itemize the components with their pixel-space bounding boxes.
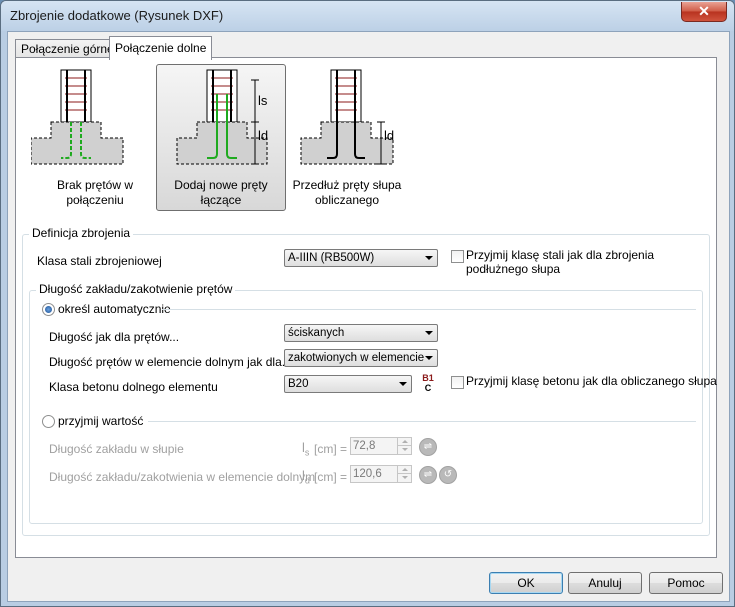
column-lap-symbol-sub: s xyxy=(304,447,310,458)
column-lap-symbol: ls xyxy=(302,440,309,458)
option-no-bars-label: Brak prętów w połączeniu xyxy=(56,178,134,207)
extend-bars-diagram-icon xyxy=(300,69,394,165)
tab-panel-lower-connection: Brak prętów w połączeniu ls ld Dodaj now… xyxy=(15,57,717,558)
lower-element-length-label: Długość prętów w elemencie dolnym jak dl… xyxy=(49,355,292,369)
option-add-new-bars-label: Dodaj nowe pręty łączące xyxy=(174,178,268,207)
concrete-class-select[interactable]: B20 xyxy=(284,375,412,393)
auto-radio[interactable] xyxy=(42,303,55,316)
steel-class-select[interactable]: A-IIIN (RB500W) xyxy=(284,249,438,267)
concrete-same-checkbox[interactable] xyxy=(451,376,464,389)
manual-label: przyjmij wartość xyxy=(58,414,144,428)
manual-radio[interactable] xyxy=(42,415,55,428)
cancel-button[interactable]: Anuluj xyxy=(568,572,642,594)
concrete-class-picker-text: B1 xyxy=(422,373,434,383)
chevron-down-icon xyxy=(425,256,433,260)
concrete-class-value: B20 xyxy=(288,378,309,390)
steel-class-label: Klasa stali zbrojeniowej xyxy=(37,254,162,268)
concrete-class-picker-sub: C xyxy=(424,383,432,393)
help-button[interactable]: Pomoc xyxy=(649,572,723,594)
title-bar[interactable]: Zbrojenie dodatkowe (Rysunek DXF) ✕ xyxy=(1,1,734,31)
option-extend-column-bars[interactable]: ld Przedłuż pręty słupa obliczanego xyxy=(282,64,412,211)
lower-lap-length-label: Długość zakładu/zakotwienia w elemencie … xyxy=(49,470,316,484)
lower-lap-symbol-sub: d xyxy=(304,475,310,486)
lap-length-title: Długość zakładu/zakotwienie prętów xyxy=(36,282,236,296)
close-icon: ✕ xyxy=(698,3,710,19)
lower-lap-length-value: 120,6 xyxy=(353,468,382,480)
spin-up-icon[interactable] xyxy=(397,438,411,446)
column-lap-length-input[interactable]: 72,8 xyxy=(350,437,412,455)
length-as-for-value: ściskanych xyxy=(288,327,345,339)
lower-lap-length-input[interactable]: 120,6 xyxy=(350,465,412,483)
ok-button[interactable]: OK xyxy=(489,572,563,594)
chevron-down-icon xyxy=(399,382,407,386)
calculate-lower-lap-icon[interactable]: ⇌ xyxy=(419,466,437,484)
column-lap-length-label: Długość zakładu w słupie xyxy=(49,442,184,456)
reinforcement-definition-title: Definicja zbrojenia xyxy=(29,226,134,240)
ld-symbol: ld xyxy=(258,128,269,143)
dialog-window: Zbrojenie dodatkowe (Rysunek DXF) ✕ Połą… xyxy=(0,0,735,607)
lower-lap-unit: [cm] = xyxy=(314,470,348,484)
hook-anchorage-icon[interactable]: ↺ xyxy=(439,466,457,484)
concrete-same-label: Przyjmij klasę betonu jak dla obliczaneg… xyxy=(466,374,717,388)
spin-down-icon[interactable] xyxy=(397,474,411,482)
steel-same-label: Przyjmij klasę stali jak dla zbrojenia p… xyxy=(466,248,655,276)
window-title: Zbrojenie dodatkowe (Rysunek DXF) xyxy=(10,8,224,23)
add-bars-diagram-icon xyxy=(176,69,268,165)
chevron-down-icon xyxy=(425,356,433,360)
auto-label: określ automatycznie xyxy=(58,302,171,316)
steel-class-value: A-IIIN (RB500W) xyxy=(288,252,375,264)
length-as-for-select[interactable]: ściskanych xyxy=(284,324,438,342)
calculate-column-lap-icon[interactable]: ⇌ xyxy=(419,438,437,456)
option-add-new-bars[interactable]: ls ld Dodaj nowe pręty łączące xyxy=(156,64,286,211)
tab-lower-connection[interactable]: Połączenie dolne xyxy=(109,36,213,60)
separator xyxy=(148,421,696,422)
concrete-class-picker-icon[interactable]: B1 C xyxy=(419,373,437,393)
spin-down-icon[interactable] xyxy=(397,446,411,454)
chevron-down-icon xyxy=(425,331,433,335)
column-lap-length-value: 72,8 xyxy=(353,440,376,452)
lower-element-length-select[interactable]: zakotwionych w elemencie xyxy=(284,349,438,367)
ld-symbol: ld xyxy=(384,128,395,143)
dialog-client: Połączenie górne Połączenie dolne Brak p… xyxy=(7,31,730,602)
length-as-for-label: Długość jak dla prętów... xyxy=(49,330,180,344)
column-lap-unit: [cm] = xyxy=(314,442,348,456)
lower-element-length-value: zakotwionych w elemencie xyxy=(288,352,425,364)
ls-symbol: ls xyxy=(258,93,268,108)
spin-up-icon[interactable] xyxy=(397,466,411,474)
lower-lap-symbol: ld xyxy=(302,468,310,486)
separator xyxy=(162,309,696,310)
close-button[interactable]: ✕ xyxy=(681,2,727,22)
option-no-bars[interactable]: Brak prętów w połączeniu xyxy=(30,64,160,211)
steel-same-checkbox[interactable] xyxy=(451,250,464,263)
concrete-class-label: Klasa betonu dolnego elementu xyxy=(49,380,218,394)
option-extend-column-bars-label: Przedłuż pręty słupa obliczanego xyxy=(292,178,402,207)
no-bars-diagram-icon xyxy=(31,69,124,165)
tab-upper-connection[interactable]: Połączenie górne xyxy=(15,39,120,59)
